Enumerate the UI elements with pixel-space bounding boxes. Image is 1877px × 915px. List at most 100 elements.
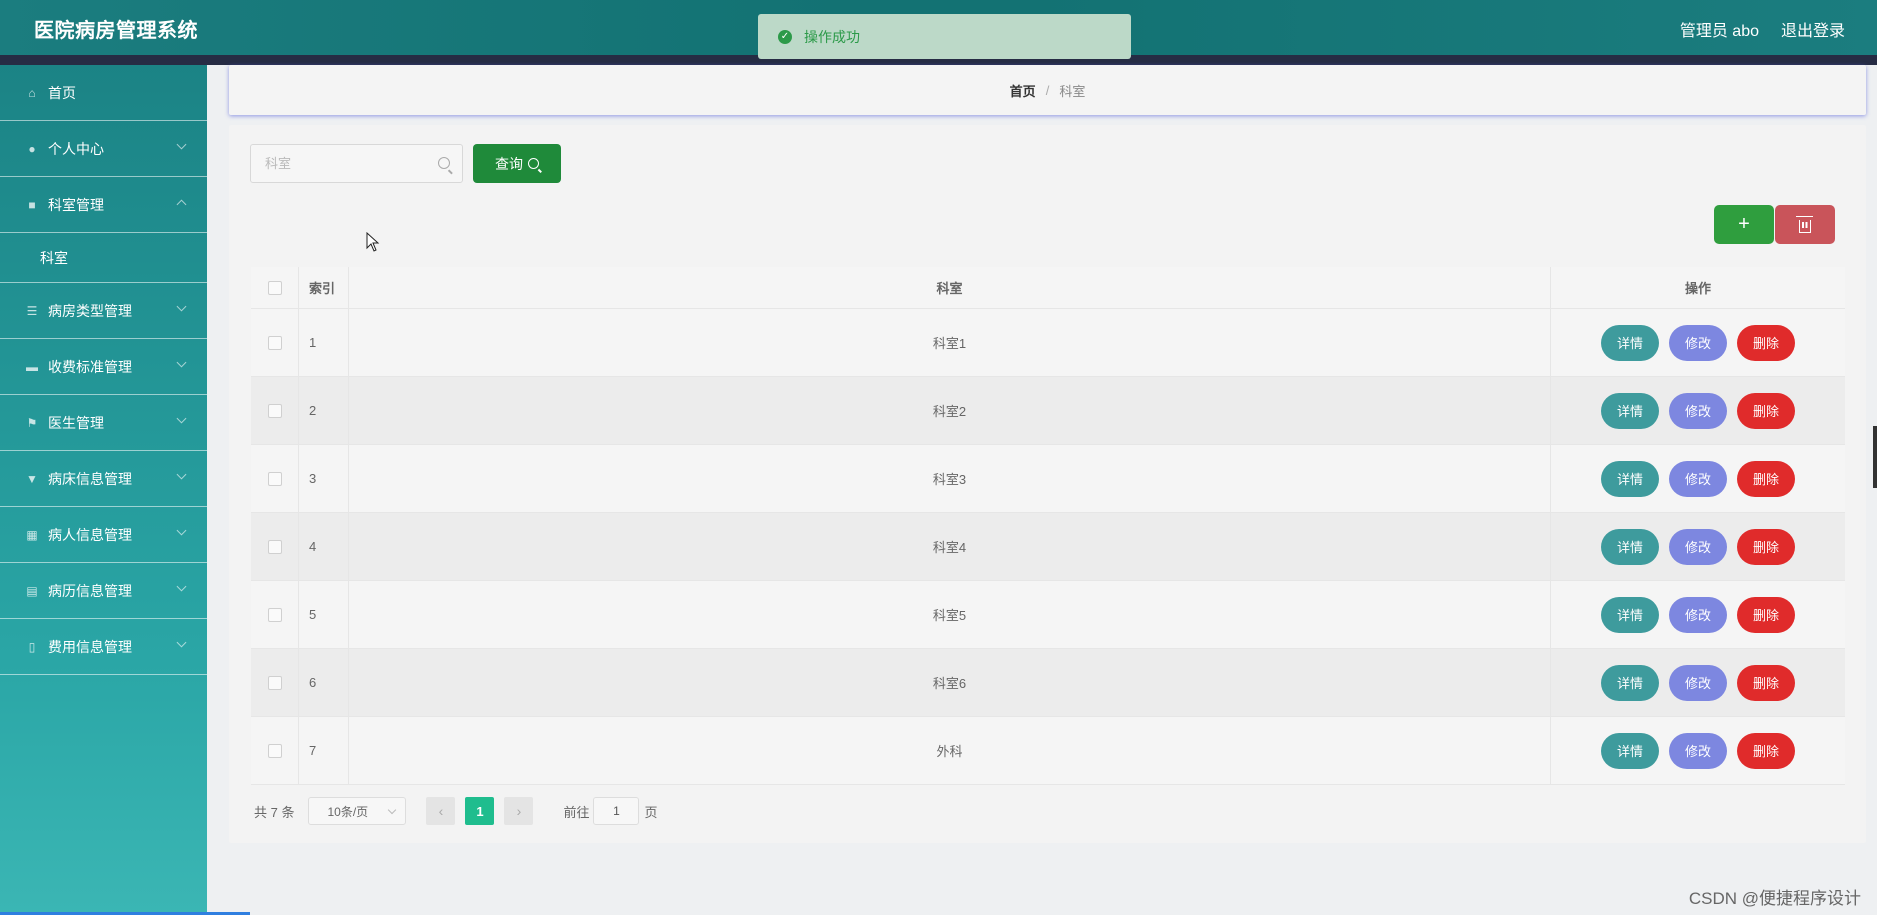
delete-button[interactable]: 删除: [1737, 596, 1795, 633]
row-department-name: 外科: [349, 717, 1551, 784]
chevron-down-icon: [176, 469, 187, 480]
query-button[interactable]: 查询: [473, 144, 561, 183]
breadcrumb-home[interactable]: 首页: [1010, 81, 1036, 100]
total-count: 共 7 条: [254, 804, 295, 820]
sidebar-item-fee-standard-management[interactable]: ▬ 收费标准管理: [0, 339, 207, 395]
table-row: 6 科室6 详情 修改 删除: [251, 649, 1845, 717]
edit-button[interactable]: 修改: [1669, 324, 1727, 361]
sidebar-item-label: 病历信息管理: [48, 582, 132, 599]
row-operations: 详情 修改 删除: [1551, 309, 1845, 376]
column-header-department: 科室: [349, 267, 1551, 308]
success-toast: ✓ 操作成功: [758, 14, 1131, 59]
row-index: 5: [299, 581, 349, 648]
row-index: 3: [299, 445, 349, 512]
detail-button[interactable]: 详情: [1601, 732, 1659, 769]
page-size-select[interactable]: 10条/页: [308, 797, 407, 825]
table-row: 4 科室4 详情 修改 删除: [251, 513, 1845, 581]
breadcrumb-separator: /: [1045, 82, 1050, 98]
sidebar-item-bed-info-management[interactable]: ▼ 病床信息管理: [0, 451, 207, 507]
sidebar-item-personal-center[interactable]: ● 个人中心: [0, 121, 207, 177]
detail-button[interactable]: 详情: [1601, 392, 1659, 429]
sidebar-item-medical-record-management[interactable]: ▤ 病历信息管理: [0, 563, 207, 619]
next-page-button[interactable]: ›: [504, 797, 534, 825]
row-checkbox[interactable]: [267, 607, 282, 622]
breadcrumb: 首页 / 科室: [229, 65, 1866, 115]
batch-delete-button[interactable]: [1775, 205, 1835, 244]
list-icon: ☰: [26, 303, 38, 318]
search-input[interactable]: [265, 156, 425, 171]
scrollbar-thumb[interactable]: [1873, 426, 1877, 488]
sidebar-subitem-department[interactable]: 科室: [0, 233, 207, 283]
row-checkbox[interactable]: [267, 335, 282, 350]
table-row: 5 科室5 详情 修改 删除: [251, 581, 1845, 649]
row-operations: 详情 修改 删除: [1551, 581, 1845, 648]
row-operations: 详情 修改 删除: [1551, 649, 1845, 716]
detail-button[interactable]: 详情: [1601, 324, 1659, 361]
row-checkbox[interactable]: [267, 539, 282, 554]
delete-button[interactable]: 删除: [1737, 460, 1795, 497]
delete-button[interactable]: 删除: [1737, 392, 1795, 429]
edit-button[interactable]: 修改: [1669, 732, 1727, 769]
sidebar-item-fee-info-management[interactable]: ▯ 费用信息管理: [0, 619, 207, 675]
watermark: CSDN @便捷程序设计: [1688, 889, 1861, 908]
detail-button[interactable]: 详情: [1601, 664, 1659, 701]
column-header-operations: 操作: [1684, 281, 1711, 296]
sidebar-item-home[interactable]: ⌂ 首页: [0, 65, 207, 121]
row-department-name: 科室3: [349, 445, 1551, 512]
sidebar-item-label: 科室管理: [48, 196, 104, 213]
bed-icon: ▼: [26, 471, 38, 486]
page-number-1[interactable]: 1: [465, 797, 495, 825]
edit-button[interactable]: 修改: [1669, 460, 1727, 497]
table-row: 2 科室2 详情 修改 删除: [251, 377, 1845, 445]
row-checkbox[interactable]: [267, 471, 282, 486]
sidebar-item-patient-info-management[interactable]: ▦ 病人信息管理: [0, 507, 207, 563]
delete-button[interactable]: 删除: [1737, 732, 1795, 769]
delete-button[interactable]: 删除: [1737, 528, 1795, 565]
column-header-index: 索引: [299, 267, 349, 308]
row-checkbox[interactable]: [267, 675, 282, 690]
check-circle-icon: ✓: [778, 29, 792, 44]
department-table: 索引 科室 操作 1 科室1 详情 修改 删除 2 科室2 详情 修改 删除 3 科室3 详情 修改 删除 4…: [251, 267, 1845, 785]
delete-button[interactable]: 删除: [1737, 664, 1795, 701]
edit-button[interactable]: 修改: [1669, 596, 1727, 633]
edit-button[interactable]: 修改: [1669, 664, 1727, 701]
chevron-down-icon: [176, 637, 187, 648]
detail-button[interactable]: 详情: [1601, 460, 1659, 497]
row-department-name: 科室1: [349, 309, 1551, 376]
page-suffix: 页: [644, 804, 658, 820]
page-size-value: 10条/页: [327, 804, 369, 819]
sidebar-item-doctor-management[interactable]: ⚑ 医生管理: [0, 395, 207, 451]
sidebar-item-label: 病房类型管理: [48, 302, 132, 319]
row-department-name: 科室5: [349, 581, 1551, 648]
row-operations: 详情 修改 删除: [1551, 445, 1845, 512]
sidebar-item-label: 个人中心: [48, 140, 104, 157]
table-header: 索引 科室 操作: [251, 267, 1845, 309]
delete-button[interactable]: 删除: [1737, 324, 1795, 361]
sidebar-item-department-management[interactable]: ■ 科室管理: [0, 177, 207, 233]
fee-icon: ▯: [28, 639, 36, 654]
row-index: 7: [299, 717, 349, 784]
search-icon: [528, 158, 539, 169]
logout-link[interactable]: 退出登录: [1781, 17, 1845, 41]
sidebar-item-ward-type-management[interactable]: ☰ 病房类型管理: [0, 283, 207, 339]
row-checkbox[interactable]: [267, 743, 282, 758]
goto-page-input[interactable]: [593, 797, 640, 825]
detail-button[interactable]: 详情: [1601, 528, 1659, 565]
row-department-name: 科室4: [349, 513, 1551, 580]
add-button[interactable]: +: [1714, 205, 1774, 244]
prev-page-button[interactable]: ‹: [426, 797, 456, 825]
select-all-checkbox[interactable]: [267, 280, 282, 295]
row-index: 1: [299, 309, 349, 376]
office-icon: ■: [28, 197, 36, 212]
trash-icon: [1796, 215, 1813, 233]
chevron-down-icon: [176, 581, 187, 592]
edit-button[interactable]: 修改: [1669, 392, 1727, 429]
row-index: 2: [299, 377, 349, 444]
sidebar: ⌂ 首页 ● 个人中心 ■ 科室管理 科室 ☰ 病房类型管理 ▬ 收费标准管理 …: [0, 65, 207, 915]
sidebar-item-label: 收费标准管理: [48, 358, 132, 375]
edit-button[interactable]: 修改: [1669, 528, 1727, 565]
detail-button[interactable]: 详情: [1601, 596, 1659, 633]
row-checkbox[interactable]: [267, 403, 282, 418]
search-field[interactable]: [250, 144, 463, 183]
search-icon: [438, 157, 450, 169]
